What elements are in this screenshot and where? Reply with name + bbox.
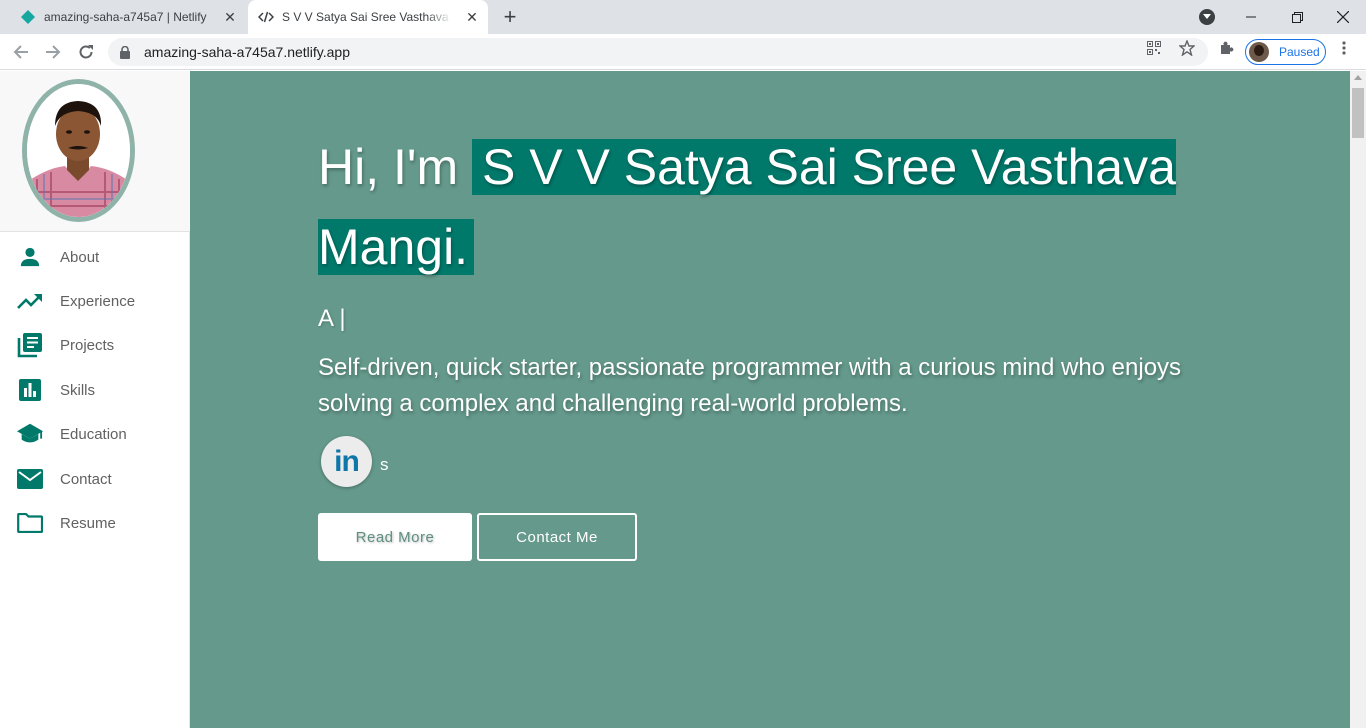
- school-icon: [17, 421, 43, 447]
- close-window-button[interactable]: [1320, 0, 1366, 34]
- tab-title: S V V Satya Sai Sree Vasthava Mangi: [282, 10, 452, 24]
- tab-close-icon[interactable]: ✕: [222, 9, 238, 25]
- hero-greeting: Hi, I'm: [318, 139, 459, 195]
- sidebar-item-experience[interactable]: Experience: [0, 281, 190, 321]
- sidebar: About Experience Projects Skills Educati…: [0, 71, 190, 728]
- person-icon: [17, 244, 43, 270]
- tab-close-icon[interactable]: ✕: [464, 9, 480, 25]
- tab-search-icon[interactable]: [1199, 9, 1215, 25]
- profile-status-label: Paused: [1279, 45, 1320, 59]
- contact-me-button[interactable]: Contact Me: [477, 513, 637, 561]
- linkedin-button[interactable]: in: [321, 436, 372, 487]
- read-more-button[interactable]: Read More: [318, 513, 472, 561]
- linkedin-icon: in: [334, 444, 360, 478]
- minimize-button[interactable]: [1228, 0, 1274, 34]
- trending-up-icon: [17, 288, 43, 314]
- new-tab-button[interactable]: +: [498, 4, 522, 29]
- sidebar-item-label: Experience: [60, 292, 136, 310]
- hero-section: Hi, I'm S V V Satya Sai Sree Vasthava Ma…: [190, 71, 1350, 728]
- sidebar-item-education[interactable]: Education: [0, 414, 190, 454]
- lock-icon[interactable]: [118, 45, 132, 59]
- scrollbar-thumb[interactable]: [1352, 88, 1364, 138]
- browser-tab-active[interactable]: S V V Satya Sai Sree Vasthava Mangi ✕: [248, 0, 488, 34]
- browser-toolbar: amazing-saha-a745a7.netlify.app Paused: [0, 34, 1366, 70]
- url-text: amazing-saha-a745a7.netlify.app: [144, 44, 350, 60]
- social-suffix-text: s: [380, 455, 389, 474]
- sidebar-item-label: About: [60, 248, 100, 266]
- folder-icon: [17, 510, 43, 536]
- sidebar-item-skills[interactable]: Skills: [0, 370, 190, 410]
- back-button[interactable]: [9, 40, 33, 64]
- avatar: [1249, 42, 1269, 62]
- sidebar-item-label: Projects: [60, 336, 115, 354]
- menu-kebab-icon[interactable]: [1336, 40, 1352, 56]
- bar-chart-icon: [17, 377, 43, 403]
- profile-area: [0, 71, 190, 232]
- page-scrollbar[interactable]: [1350, 71, 1366, 728]
- sidebar-item-about[interactable]: About: [0, 237, 190, 277]
- address-bar[interactable]: amazing-saha-a745a7.netlify.app: [108, 38, 1208, 66]
- hero-tagline: Self-driven, quick starter, passionate p…: [318, 354, 1182, 417]
- browser-tab[interactable]: amazing-saha-a745a7 | Netlify ✕: [8, 0, 246, 34]
- mail-icon: [17, 466, 43, 492]
- sidebar-item-label: Education: [60, 425, 127, 443]
- scroll-up-arrow-icon[interactable]: [1354, 75, 1362, 80]
- library-books-icon: [17, 332, 43, 358]
- code-favicon-icon: [258, 9, 274, 25]
- sidebar-item-label: Skills: [60, 381, 96, 399]
- typed-text: A |: [318, 305, 346, 332]
- tab-title: amazing-saha-a745a7 | Netlify: [44, 10, 207, 24]
- sidebar-item-contact[interactable]: Contact: [0, 459, 190, 499]
- qr-code-icon[interactable]: [1146, 40, 1162, 56]
- sidebar-item-projects[interactable]: Projects: [0, 325, 190, 365]
- reload-button[interactable]: [74, 40, 98, 64]
- bookmark-star-icon[interactable]: [1179, 40, 1195, 56]
- sidebar-item-label: Resume: [60, 514, 116, 532]
- netlify-favicon-icon: [20, 9, 36, 25]
- extensions-puzzle-icon[interactable]: [1218, 40, 1234, 56]
- sidebar-item-resume[interactable]: Resume: [0, 503, 190, 543]
- profile-photo: [22, 79, 135, 222]
- forward-button[interactable]: [41, 40, 65, 64]
- hero-heading: Hi, I'm S V V Satya Sai Sree Vasthava Ma…: [318, 127, 1218, 287]
- sidebar-item-label: Contact: [60, 470, 112, 488]
- profile-paused-button[interactable]: Paused: [1245, 39, 1326, 65]
- browser-tab-strip: amazing-saha-a745a7 | Netlify ✕ S V V Sa…: [0, 0, 1366, 34]
- restore-button[interactable]: [1274, 0, 1320, 34]
